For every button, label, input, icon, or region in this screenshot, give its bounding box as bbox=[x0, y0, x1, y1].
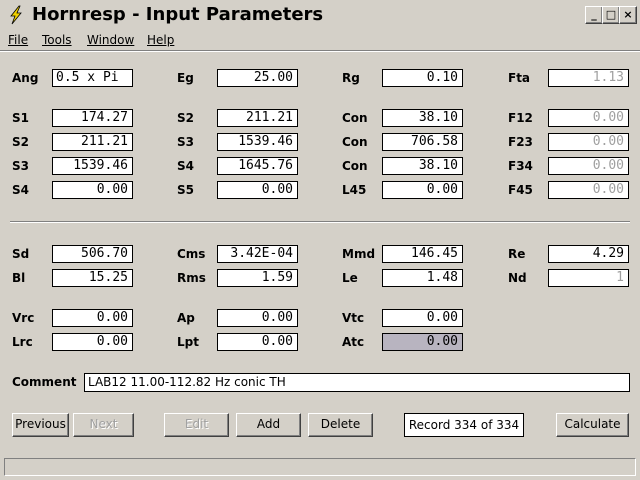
s4-field[interactable]: 0.00 bbox=[52, 181, 133, 199]
f34-label: F34 bbox=[508, 159, 533, 173]
f34-field: 0.00 bbox=[548, 157, 629, 175]
con-label: Con bbox=[342, 135, 368, 149]
nd-label: Nd bbox=[508, 271, 527, 285]
vrc-label: Vrc bbox=[12, 311, 35, 325]
re-field[interactable]: 4.29 bbox=[548, 245, 629, 263]
s1-label: S1 bbox=[12, 111, 29, 125]
cms-label: Cms bbox=[177, 247, 206, 261]
s2-label: S2 bbox=[12, 135, 29, 149]
lightning-icon bbox=[10, 5, 22, 25]
lpt-field[interactable]: 0.00 bbox=[217, 333, 298, 351]
s4-label: S4 bbox=[177, 159, 194, 173]
ap-label: Ap bbox=[177, 311, 195, 325]
rms-field[interactable]: 1.59 bbox=[217, 269, 298, 287]
le-label: Le bbox=[342, 271, 358, 285]
section-divider bbox=[10, 221, 630, 223]
menu-file-label: File bbox=[8, 33, 29, 47]
lrc-field[interactable]: 0.00 bbox=[52, 333, 133, 351]
menu-window-label: Window bbox=[87, 33, 135, 47]
previous-button[interactable]: Previous bbox=[12, 413, 69, 437]
add-button[interactable]: Add bbox=[236, 413, 301, 437]
f45-label: F45 bbox=[508, 183, 533, 197]
close-button[interactable]: × bbox=[619, 6, 637, 24]
s3-field[interactable]: 1539.46 bbox=[217, 133, 298, 151]
menu-file[interactable]: File bbox=[8, 33, 28, 47]
s5-label: S5 bbox=[177, 183, 194, 197]
f45-field: 0.00 bbox=[548, 181, 629, 199]
menu-bar: File Tools Window Help bbox=[0, 30, 640, 51]
rms-label: Rms bbox=[177, 271, 206, 285]
lpt-label: Lpt bbox=[177, 335, 199, 349]
s2-field[interactable]: 211.21 bbox=[217, 109, 298, 127]
con-field[interactable]: 706.58 bbox=[382, 133, 463, 151]
menu-tools[interactable]: Tools bbox=[42, 33, 72, 47]
re-label: Re bbox=[508, 247, 526, 261]
atc-label: Atc bbox=[342, 335, 365, 349]
s3-label: S3 bbox=[177, 135, 194, 149]
s4-field[interactable]: 1645.76 bbox=[217, 157, 298, 175]
minimize-button[interactable]: _ bbox=[585, 6, 603, 24]
menu-help-label: Help bbox=[147, 33, 175, 47]
con-field[interactable]: 38.10 bbox=[382, 109, 463, 127]
calculate-button[interactable]: Calculate bbox=[556, 413, 629, 437]
l45-field[interactable]: 0.00 bbox=[382, 181, 463, 199]
vtc-label: Vtc bbox=[342, 311, 365, 325]
eg-label: Eg bbox=[177, 71, 194, 85]
s3-label: S3 bbox=[12, 159, 29, 173]
window-title: Hornresp - Input Parameters bbox=[32, 4, 324, 25]
con-field[interactable]: 38.10 bbox=[382, 157, 463, 175]
ang-field[interactable]: 0.5 x Pi bbox=[52, 69, 133, 87]
mmd-label: Mmd bbox=[342, 247, 376, 261]
edit-button[interactable]: Edit bbox=[164, 413, 229, 437]
rg-field[interactable]: 0.10 bbox=[382, 69, 463, 87]
maximize-button[interactable]: □ bbox=[602, 6, 620, 24]
delete-button[interactable]: Delete bbox=[308, 413, 373, 437]
fta-label: Fta bbox=[508, 71, 531, 85]
atc-field[interactable]: 0.00 bbox=[382, 333, 463, 351]
bl-field[interactable]: 15.25 bbox=[52, 269, 133, 287]
comment-field[interactable]: LAB12 11.00-112.82 Hz conic TH bbox=[84, 373, 630, 392]
nd-field: 1 bbox=[548, 269, 629, 287]
ang-label: Ang bbox=[12, 71, 39, 85]
rg-label: Rg bbox=[342, 71, 360, 85]
s4-label: S4 bbox=[12, 183, 29, 197]
mmd-field[interactable]: 146.45 bbox=[382, 245, 463, 263]
f23-field: 0.00 bbox=[548, 133, 629, 151]
menu-tools-label: Tools bbox=[42, 33, 72, 47]
con-label: Con bbox=[342, 159, 368, 173]
sd-field[interactable]: 506.70 bbox=[52, 245, 133, 263]
sd-label: Sd bbox=[12, 247, 30, 261]
f12-label: F12 bbox=[508, 111, 533, 125]
l45-label: L45 bbox=[342, 183, 367, 197]
title-bar: Hornresp - Input Parameters _ □ × bbox=[0, 0, 640, 30]
con-label: Con bbox=[342, 111, 368, 125]
vtc-field[interactable]: 0.00 bbox=[382, 309, 463, 327]
s2-label: S2 bbox=[177, 111, 194, 125]
s5-field[interactable]: 0.00 bbox=[217, 181, 298, 199]
menu-window[interactable]: Window bbox=[87, 33, 134, 47]
cms-field[interactable]: 3.42E-04 bbox=[217, 245, 298, 263]
comment-label: Comment bbox=[12, 375, 77, 389]
record-indicator: Record 334 of 334 bbox=[404, 413, 524, 437]
bl-label: Bl bbox=[12, 271, 26, 285]
f23-label: F23 bbox=[508, 135, 533, 149]
next-button[interactable]: Next bbox=[73, 413, 134, 437]
status-bar bbox=[4, 458, 636, 476]
ap-field[interactable]: 0.00 bbox=[217, 309, 298, 327]
eg-field[interactable]: 25.00 bbox=[217, 69, 298, 87]
s2-field[interactable]: 211.21 bbox=[52, 133, 133, 151]
le-field[interactable]: 1.48 bbox=[382, 269, 463, 287]
lrc-label: Lrc bbox=[12, 335, 33, 349]
vrc-field[interactable]: 0.00 bbox=[52, 309, 133, 327]
fta-field: 1.13 bbox=[548, 69, 629, 87]
menu-help[interactable]: Help bbox=[147, 33, 174, 47]
s3-field[interactable]: 1539.46 bbox=[52, 157, 133, 175]
f12-field: 0.00 bbox=[548, 109, 629, 127]
s1-field[interactable]: 174.27 bbox=[52, 109, 133, 127]
